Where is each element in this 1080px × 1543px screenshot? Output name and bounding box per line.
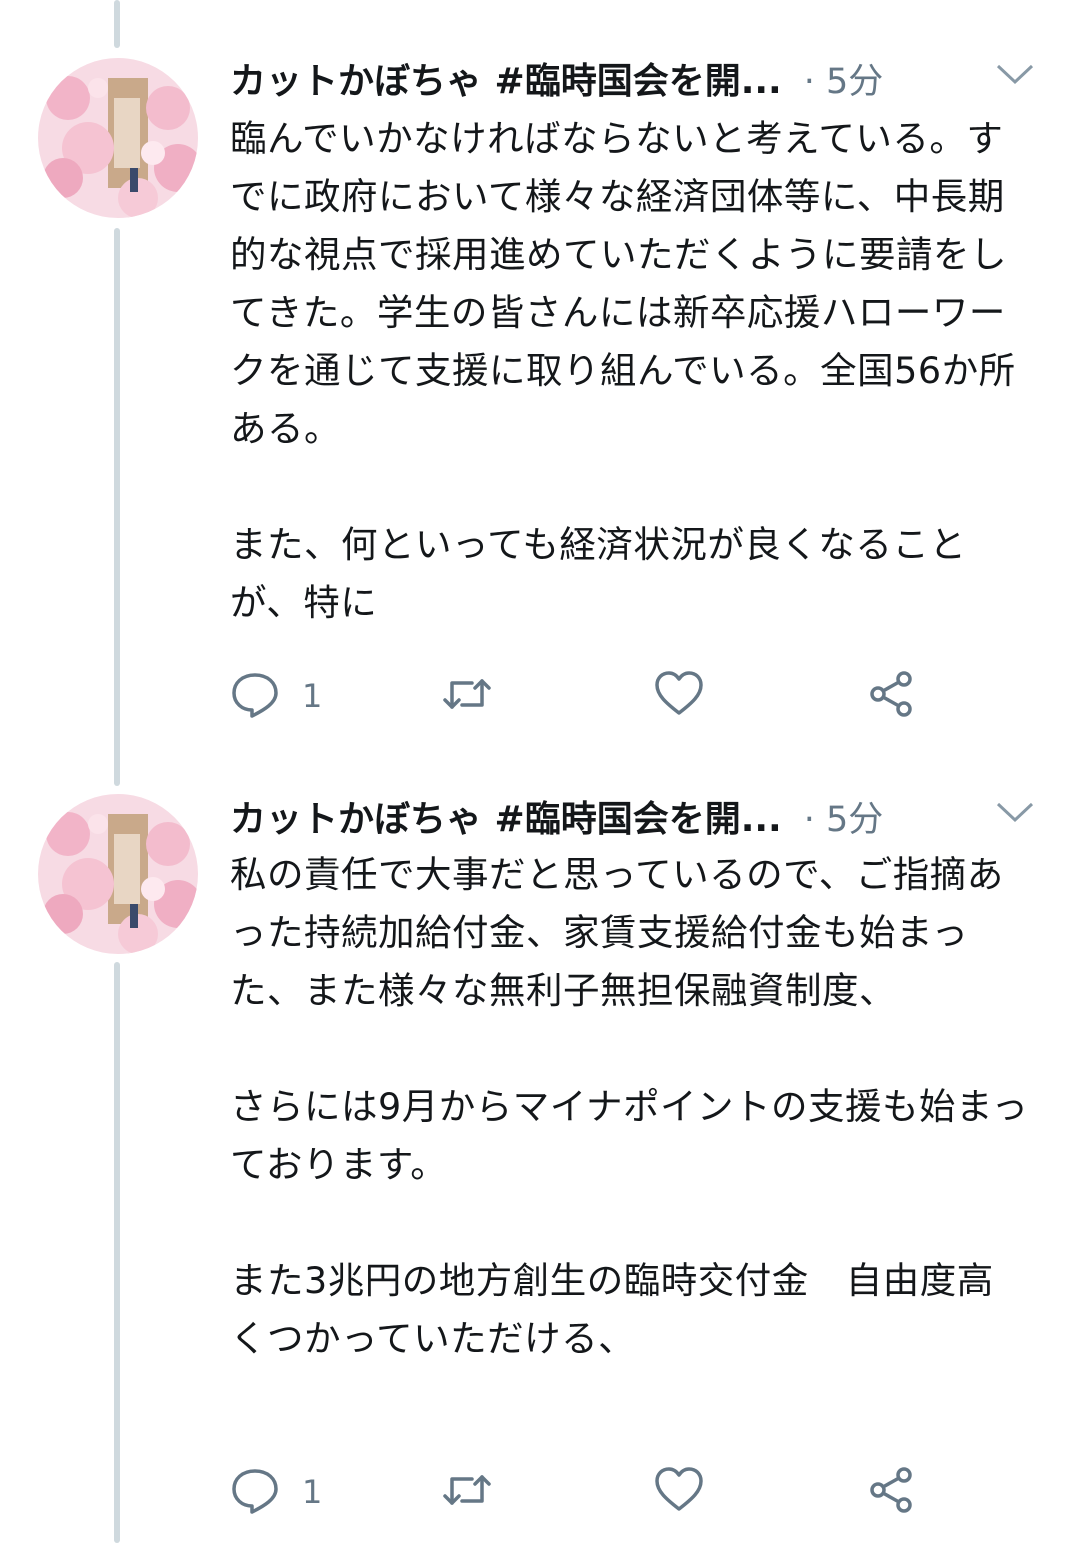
avatar[interactable] <box>38 794 198 954</box>
share-button[interactable] <box>866 1462 916 1522</box>
retweet-icon <box>442 669 492 723</box>
share-button[interactable] <box>866 666 916 726</box>
tweet[interactable]: カットかぼちゃ #臨時国会を開... · 5分 私の責任で大事だと思っているので… <box>0 786 1080 1543</box>
retweet-button[interactable] <box>442 666 492 726</box>
tweet-actions: 1 <box>230 1462 990 1522</box>
reply-button[interactable]: 1 <box>230 1462 322 1522</box>
chevron-down-icon[interactable] <box>990 792 1040 832</box>
author-name[interactable]: カットかぼちゃ #臨時国会を開... <box>230 790 782 842</box>
heart-icon <box>654 1465 704 1519</box>
reply-count: 1 <box>302 1473 323 1511</box>
retweet-button[interactable] <box>442 1462 492 1522</box>
tweet-text: 臨んでいかなければならないと考えている。すでに政府において様々な経済団体等に、中… <box>230 117 1016 624</box>
heart-icon <box>654 669 704 723</box>
like-button[interactable] <box>654 1462 704 1522</box>
share-icon <box>866 1465 916 1519</box>
tweet-header: カットかぼちゃ #臨時国会を開... · 5分 <box>230 786 1060 846</box>
reply-icon <box>230 1465 280 1519</box>
share-icon <box>866 669 916 723</box>
reply-button[interactable]: 1 <box>230 666 322 726</box>
timestamp[interactable]: · 5分 <box>804 53 884 104</box>
like-button[interactable] <box>654 666 704 726</box>
reply-icon <box>230 669 280 723</box>
tweet[interactable]: カットかぼちゃ #臨時国会を開... · 5分 臨んでいかなければならないと考え… <box>0 0 1080 760</box>
reply-count: 1 <box>302 677 323 715</box>
chevron-down-icon[interactable] <box>990 54 1040 94</box>
tweet-actions: 1 <box>230 666 990 726</box>
timestamp[interactable]: · 5分 <box>804 791 884 842</box>
tweet-text: 私の責任で大事だと思っているので、ご指摘あった持続加給付金、家賃支援給付金も始ま… <box>230 853 1029 1360</box>
author-name[interactable]: カットかぼちゃ #臨時国会を開... <box>230 52 782 104</box>
tweet-header: カットかぼちゃ #臨時国会を開... · 5分 <box>230 48 1060 108</box>
retweet-icon <box>442 1465 492 1519</box>
avatar[interactable] <box>38 58 198 218</box>
